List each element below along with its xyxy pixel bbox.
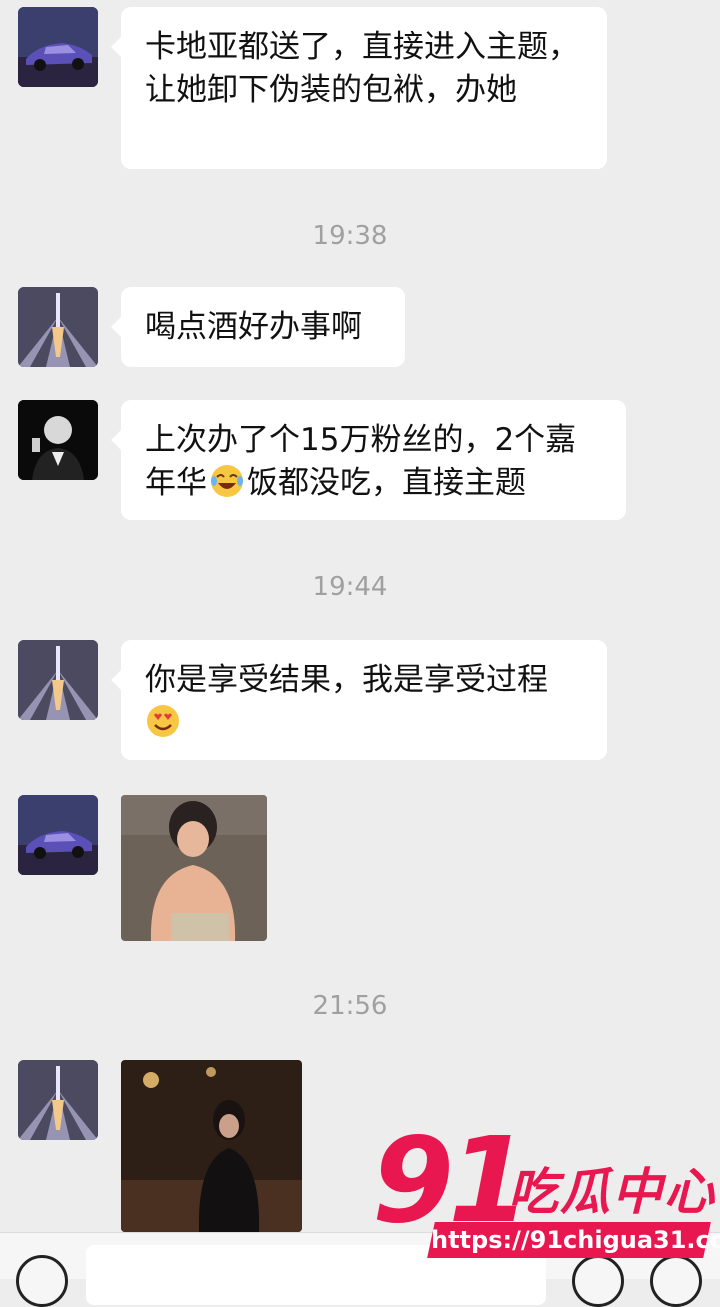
message-bubble[interactable]: 喝点酒好办事啊 xyxy=(111,287,405,367)
message-bubble[interactable]: 你是享受结果，我是享受过程 xyxy=(111,640,607,760)
message-text: 卡地亚都送了，直接进入主题，让她卸下伪装的包袱，办她 xyxy=(145,29,579,108)
timestamp: 19:38 xyxy=(312,221,388,251)
image-message[interactable] xyxy=(121,795,267,941)
avatar-car[interactable] xyxy=(18,7,98,87)
watermark-url: https://91chigua31.com xyxy=(427,1222,720,1258)
timestamp: 21:56 xyxy=(312,991,388,1021)
timestamp: 19:44 xyxy=(312,572,388,602)
message-bubble[interactable]: 卡地亚都送了，直接进入主题，让她卸下伪装的包袱，办她 xyxy=(111,7,607,169)
watermark-logo-number: 91 xyxy=(372,1111,530,1249)
avatar-tower[interactable] xyxy=(18,287,98,367)
add-icon[interactable] xyxy=(650,1255,702,1307)
watermark-brand: 吃瓜中心 xyxy=(508,1163,716,1221)
voice-icon[interactable] xyxy=(16,1255,68,1307)
avatar-tower[interactable] xyxy=(18,640,98,720)
message-text: 你是享受结果，我是享受过程 xyxy=(145,662,548,698)
laughing-tears-emoji xyxy=(211,465,243,497)
avatar-car[interactable] xyxy=(18,795,98,875)
avatar-man[interactable] xyxy=(18,400,98,480)
heart-eyes-emoji xyxy=(147,705,179,737)
image-message[interactable] xyxy=(121,1060,302,1232)
message-text: 喝点酒好办事啊 xyxy=(145,309,362,345)
avatar-tower[interactable] xyxy=(18,1060,98,1140)
message-bubble[interactable]: 上次办了个15万粉丝的，2个嘉年华 饭都没吃，直接主题 xyxy=(111,400,626,520)
emoji-icon[interactable] xyxy=(572,1255,624,1307)
message-text: 饭都没吃，直接主题 xyxy=(247,465,526,501)
